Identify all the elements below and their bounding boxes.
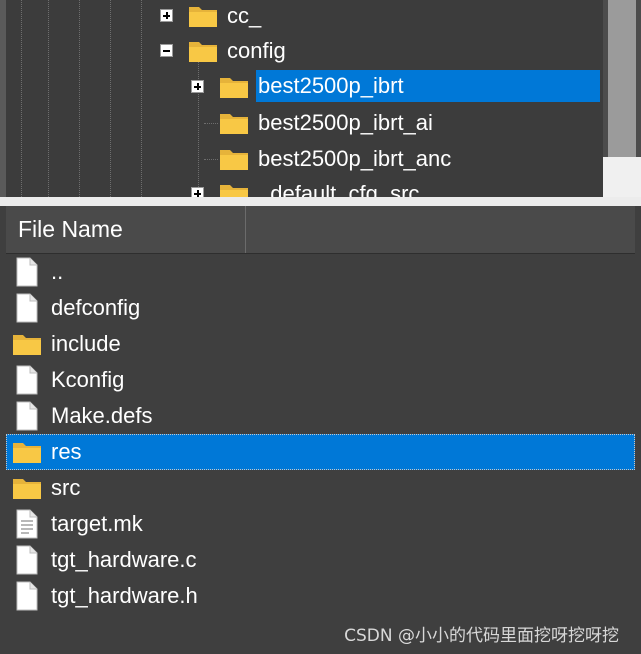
folder-icon	[12, 437, 42, 472]
tree-node-label[interactable]: _default_cfg_src	[258, 178, 419, 197]
file-list[interactable]: File Name .. defconfig include Kconfig Make.…	[6, 206, 635, 654]
tree-guide-line	[79, 0, 80, 197]
tree-node-label[interactable]: best2500p_ibrt_ai	[258, 107, 433, 139]
text-file-icon	[12, 509, 42, 544]
blank-file-icon	[12, 257, 42, 292]
tree-guide-line	[110, 0, 111, 197]
file-row[interactable]: ..	[6, 254, 635, 290]
folder-icon	[220, 150, 248, 170]
file-name: Kconfig	[51, 367, 125, 392]
file-name: Make.defs	[51, 403, 153, 428]
folder-icon	[12, 329, 42, 364]
column-header-file-name[interactable]: File Name	[6, 206, 246, 253]
file-row[interactable]: include	[6, 326, 635, 362]
file-row-selected[interactable]: res	[6, 434, 635, 470]
file-row[interactable]: src	[6, 470, 635, 506]
blank-file-icon	[12, 365, 42, 400]
file-name: ..	[51, 259, 64, 284]
file-name: target.mk	[51, 511, 143, 536]
tree-guide-line	[198, 58, 199, 197]
file-row[interactable]: Kconfig	[6, 362, 635, 398]
tree-guide-line	[48, 0, 49, 197]
tree-guide-line	[141, 0, 142, 197]
folder-icon	[189, 42, 217, 62]
blank-file-icon	[12, 545, 42, 580]
file-name: tgt_hardware.c	[51, 547, 197, 572]
expand-toggle-best2500p-ibrt[interactable]	[191, 80, 204, 93]
watermark-text: CSDN @小小的代码里面挖呀挖呀挖	[344, 626, 619, 646]
tree-node-label[interactable]: config	[227, 35, 286, 67]
folder-tree[interactable]: cc_ config best2500p_ibrt best2500p_ibrt…	[0, 0, 641, 197]
file-row[interactable]: tgt_hardware.c	[6, 542, 635, 578]
folder-icon	[220, 185, 248, 197]
folder-icon	[189, 7, 217, 27]
tree-node-label[interactable]: best2500p_ibrt_anc	[258, 143, 451, 175]
file-list-header: File Name	[6, 206, 635, 254]
file-name: res	[51, 439, 82, 464]
blank-file-icon	[12, 293, 42, 328]
pane-splitter[interactable]	[0, 197, 641, 206]
folder-icon	[220, 78, 248, 98]
tree-guide-line	[21, 0, 22, 197]
file-name: defconfig	[51, 295, 141, 320]
file-row[interactable]: target.mk	[6, 506, 635, 542]
file-row[interactable]: defconfig	[6, 290, 635, 326]
tree-guide-line	[204, 159, 218, 160]
collapse-toggle-config[interactable]	[160, 44, 173, 57]
file-row[interactable]: tgt_hardware.h	[6, 578, 635, 614]
expand-toggle-cc[interactable]	[160, 9, 173, 22]
blank-file-icon	[12, 401, 42, 436]
folder-icon	[220, 114, 248, 134]
file-name: tgt_hardware.h	[51, 583, 198, 608]
blank-file-icon	[12, 581, 42, 616]
tree-guide-line	[204, 123, 218, 124]
tree-node-label-selected[interactable]: best2500p_ibrt	[256, 70, 600, 102]
scrollbar-thumb[interactable]	[608, 0, 636, 157]
expand-toggle-default-cfg-src[interactable]	[191, 187, 204, 197]
scrollbar-corner	[603, 157, 641, 197]
file-name: src	[51, 475, 81, 500]
folder-icon	[12, 473, 42, 508]
tree-node-label[interactable]: cc_	[227, 0, 261, 32]
file-row[interactable]: Make.defs	[6, 398, 635, 434]
file-name: include	[51, 331, 121, 356]
